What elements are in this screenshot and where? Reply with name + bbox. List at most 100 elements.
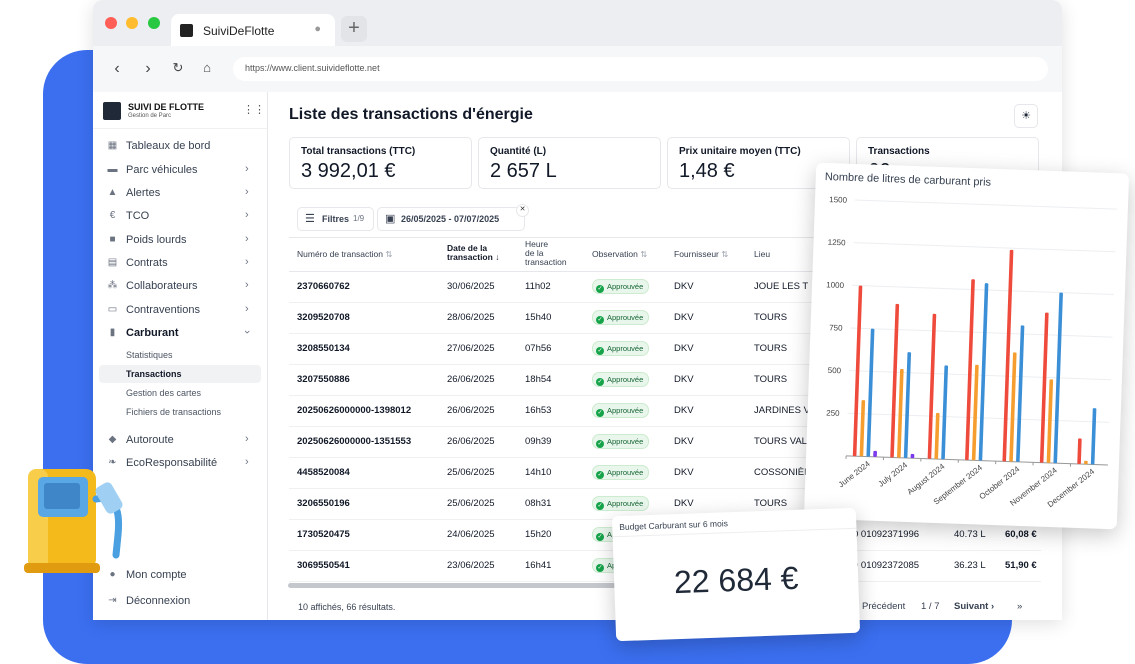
- chart-bar: [873, 450, 877, 457]
- kpi-value: 1,48 €: [679, 160, 735, 182]
- card-number: 0 01092371996: [853, 529, 920, 540]
- check-icon: ✓: [596, 533, 604, 541]
- transaction-time: 08h31: [525, 498, 552, 509]
- tab-bar: SuiviDeFlotte ● +: [93, 0, 1062, 46]
- favicon-icon: [180, 24, 193, 37]
- check-icon: ✓: [596, 564, 604, 572]
- maximize-window-dot[interactable]: [148, 17, 160, 29]
- chart-bar: [1046, 379, 1054, 463]
- sidebar-item-label: Parc véhicules: [126, 164, 198, 176]
- status-badge: ✓Approuvée: [592, 434, 650, 449]
- browser-tab[interactable]: SuiviDeFlotte ●: [171, 14, 335, 46]
- supplier: DKV: [674, 312, 694, 323]
- sidebar-item-label: Tableaux de bord: [126, 140, 211, 152]
- transaction-time: 15h40: [525, 312, 552, 323]
- transaction-number: 3207550886: [297, 374, 350, 385]
- budget-card: Budget Carburant sur 6 mois 22 684 €: [611, 507, 861, 642]
- kpi-card-total: Total transactions (TTC) 3 992,01 €: [289, 137, 472, 189]
- transaction-time: 16h41: [525, 560, 552, 571]
- chart-bar: [1009, 352, 1017, 462]
- budget-value: 22 684 €: [673, 559, 800, 601]
- sidebar-item-contraventions[interactable]: ▭ Contraventions ›: [93, 301, 267, 321]
- chevron-right-icon: ›: [245, 256, 249, 268]
- col-header-numero[interactable]: Numéro de transaction ⇅: [297, 250, 393, 259]
- sun-icon: ☀: [1021, 110, 1031, 122]
- sidebar-subitem-statistiques[interactable]: Statistiques: [126, 350, 173, 360]
- minimize-window-dot[interactable]: [126, 17, 138, 29]
- theme-toggle-button[interactable]: ☀: [1014, 104, 1038, 128]
- card-number: 0 01092372085: [853, 560, 920, 571]
- kpi-label: Total transactions (TTC): [301, 146, 416, 157]
- supplier: DKV: [674, 374, 694, 385]
- close-window-dot[interactable]: [105, 17, 117, 29]
- sidebar-subitem-gestion-des-cartes[interactable]: Gestion des cartes: [126, 388, 201, 398]
- transaction-date: 30/06/2025: [447, 281, 495, 292]
- url-text: https://www.client.suivideflotte.net: [245, 63, 380, 73]
- sidebar-item-carburant[interactable]: ▮ Carburant ›: [93, 324, 267, 344]
- chart-bar: [897, 368, 904, 458]
- kpi-value: 2 657 L: [490, 160, 557, 182]
- supplier: DKV: [674, 498, 694, 509]
- transaction-time: 11h02: [525, 281, 551, 292]
- check-icon: ✓: [596, 471, 604, 479]
- col-header-date[interactable]: Date de la transaction ↓: [447, 244, 499, 262]
- sidebar-subitem-fichiers-de-transactions[interactable]: Fichiers de transactions: [126, 407, 221, 417]
- status-label: Approuvée: [607, 468, 644, 477]
- sidebar-item-collaborateurs[interactable]: ⁂ Collaborateurs ›: [93, 277, 267, 297]
- pagination-next[interactable]: Suivant ›: [954, 601, 994, 612]
- road-icon: ◆: [108, 434, 117, 445]
- check-icon: ✓: [596, 347, 604, 355]
- tab-close-icon[interactable]: ●: [314, 23, 321, 35]
- reload-icon[interactable]: ↻: [168, 60, 188, 76]
- x-tick-label: June 2024: [837, 459, 872, 489]
- date-range-button[interactable]: ▣ 26/05/2025 - 07/07/2025: [377, 207, 525, 231]
- y-tick-label: 1000: [826, 280, 845, 290]
- sidebar-item-poids-lourds[interactable]: ■ Poids lourds ›: [93, 231, 267, 251]
- calendar-icon: ▣: [385, 213, 396, 225]
- sidebar-item-contrats[interactable]: ▤ Contrats ›: [93, 254, 267, 274]
- gridline: [847, 412, 1110, 423]
- sidebar-item-autoroute[interactable]: ◆ Autoroute ›: [93, 431, 267, 451]
- chart-bar: [934, 412, 940, 460]
- transaction-date: 25/06/2025: [447, 498, 495, 509]
- fuel-icon: ▮: [109, 327, 116, 338]
- chart-bar: [866, 328, 875, 457]
- sidebar-item-label: Autoroute: [126, 434, 174, 446]
- col-header-heure[interactable]: Heure de la transaction: [525, 240, 567, 267]
- sidebar-subitem-transactions[interactable]: Transactions: [126, 369, 182, 379]
- check-icon: ✓: [596, 316, 604, 324]
- tab-title: SuiviDeFlotte: [203, 24, 275, 38]
- sidebar-item-alertes[interactable]: ▲ Alertes ›: [93, 184, 267, 204]
- col-header-lieu[interactable]: Lieu: [754, 250, 770, 259]
- transaction-number: 20250626000000-1398012: [297, 405, 412, 416]
- pagination-last-icon[interactable]: »: [1017, 601, 1022, 612]
- clear-date-icon[interactable]: ✕: [516, 204, 529, 217]
- y-tick-label: 1250: [828, 238, 847, 248]
- chevron-right-icon: ›: [245, 433, 249, 445]
- address-bar[interactable]: https://www.client.suivideflotte.net: [233, 57, 1048, 81]
- users-icon: ⁂: [107, 280, 118, 291]
- supplier: DKV: [674, 467, 694, 478]
- next-label: Suivant: [954, 601, 989, 612]
- back-icon[interactable]: ‹: [107, 60, 127, 78]
- sidebar-item-deconnexion[interactable]: ⇥ Déconnexion: [93, 592, 267, 612]
- header-label: Fournisseur: [674, 249, 719, 259]
- budget-title: Budget Carburant sur 6 mois: [619, 518, 729, 533]
- new-tab-button[interactable]: +: [341, 16, 367, 42]
- sidebar-item-tableaux-de-bord[interactable]: ▦ Tableaux de bord: [93, 137, 267, 157]
- filters-button[interactable]: ☰ Filtres 1/9: [297, 207, 374, 231]
- col-header-fournisseur[interactable]: Fournisseur ⇅: [674, 250, 728, 259]
- transaction-date: 28/06/2025: [447, 312, 495, 323]
- home-icon[interactable]: ⌂: [197, 60, 217, 75]
- horizontal-scrollbar[interactable]: [288, 583, 628, 588]
- quantity: 36.23 L: [954, 560, 986, 571]
- col-header-observation[interactable]: Observation ⇅: [592, 250, 647, 259]
- sidebar-item-label: Déconnexion: [126, 595, 191, 607]
- sidebar-item-label: Carburant: [126, 327, 179, 339]
- truck-icon: ■: [109, 234, 116, 245]
- sidebar-item-parc-vehicules[interactable]: ▬ Parc véhicules ›: [93, 161, 267, 181]
- sidebar-item-tco[interactable]: € TCO ›: [93, 207, 267, 227]
- chart-bar: [1077, 438, 1082, 465]
- forward-icon[interactable]: ›: [138, 60, 158, 78]
- pagination-previous[interactable]: Précédent: [862, 601, 905, 612]
